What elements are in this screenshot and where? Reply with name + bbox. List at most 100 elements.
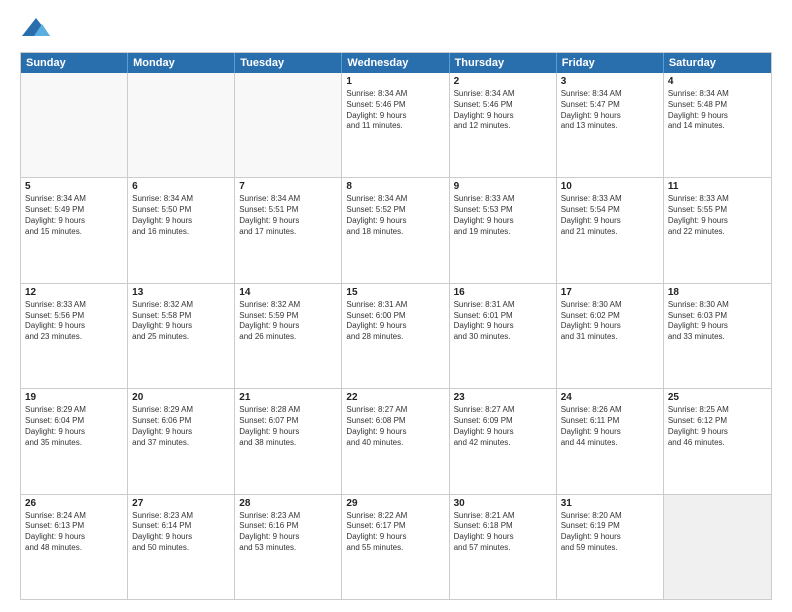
cell-content: Sunrise: 8:23 AMSunset: 6:14 PMDaylight:… [132, 511, 230, 554]
calendar-cell: 24 Sunrise: 8:26 AMSunset: 6:11 PMDayligh… [557, 389, 664, 493]
page: SundayMondayTuesdayWednesdayThursdayFrid… [0, 0, 792, 612]
cell-content: Sunrise: 8:34 AMSunset: 5:52 PMDaylight:… [346, 194, 444, 237]
calendar-cell: 25 Sunrise: 8:25 AMSunset: 6:12 PMDayligh… [664, 389, 771, 493]
header-day: Tuesday [235, 53, 342, 73]
cell-content: Sunrise: 8:30 AMSunset: 6:03 PMDaylight:… [668, 300, 767, 343]
cell-content: Sunrise: 8:34 AMSunset: 5:47 PMDaylight:… [561, 89, 659, 132]
calendar-cell: 27Sunrise: 8:23 AMSunset: 6:14 PMDayligh… [128, 495, 235, 599]
logo [20, 16, 56, 44]
cell-content: Sunrise: 8:33 AMSunset: 5:54 PMDaylight:… [561, 194, 659, 237]
cell-content: Sunrise: 8:33 AMSunset: 5:55 PMDaylight:… [668, 194, 767, 237]
calendar-cell: 14 Sunrise: 8:32 AMSunset: 5:59 PMDayligh… [235, 284, 342, 388]
cell-content: Sunrise: 8:27 AMSunset: 6:08 PMDaylight:… [346, 405, 444, 448]
day-number: 3 [561, 76, 659, 87]
calendar-cell: 30 Sunrise: 8:21 AMSunset: 6:18 PMDayligh… [450, 495, 557, 599]
day-number: 20 [132, 392, 230, 403]
calendar-cell: 7 Sunrise: 8:34 AMSunset: 5:51 PMDaylight… [235, 178, 342, 282]
day-number: 15 [346, 287, 444, 298]
day-number: 18 [668, 287, 767, 298]
calendar-cell [235, 73, 342, 177]
calendar-cell: 3 Sunrise: 8:34 AMSunset: 5:47 PMDaylight… [557, 73, 664, 177]
calendar-cell: 29 Sunrise: 8:22 AMSunset: 6:17 PMDayligh… [342, 495, 449, 599]
calendar-cell: 8 Sunrise: 8:34 AMSunset: 5:52 PMDaylight… [342, 178, 449, 282]
calendar-cell: 12 Sunrise: 8:33 AMSunset: 5:56 PMDayligh… [21, 284, 128, 388]
cell-content: Sunrise: 8:26 AMSunset: 6:11 PMDaylight:… [561, 405, 659, 448]
cell-content: Sunrise: 8:22 AMSunset: 6:17 PMDaylight:… [346, 511, 444, 554]
header-day: Wednesday [342, 53, 449, 73]
header-day: Saturday [664, 53, 771, 73]
header-day: Friday [557, 53, 664, 73]
cell-content: Sunrise: 8:33 AMSunset: 5:56 PMDaylight:… [25, 300, 123, 343]
calendar-cell: 2 Sunrise: 8:34 AMSunset: 5:46 PMDaylight… [450, 73, 557, 177]
day-number: 10 [561, 181, 659, 192]
day-number: 12 [25, 287, 123, 298]
calendar-row: 1 Sunrise: 8:34 AMSunset: 5:46 PMDaylight… [21, 73, 771, 178]
day-number: 13 [132, 287, 230, 298]
day-number: 24 [561, 392, 659, 403]
calendar-cell: 16Sunrise: 8:31 AMSunset: 6:01 PMDayligh… [450, 284, 557, 388]
day-number: 8 [346, 181, 444, 192]
cell-content: Sunrise: 8:29 AMSunset: 6:04 PMDaylight:… [25, 405, 123, 448]
day-number: 29 [346, 498, 444, 509]
calendar: SundayMondayTuesdayWednesdayThursdayFrid… [20, 52, 772, 600]
day-number: 7 [239, 181, 337, 192]
day-number: 17 [561, 287, 659, 298]
calendar-cell: 23 Sunrise: 8:27 AMSunset: 6:09 PMDayligh… [450, 389, 557, 493]
calendar-cell [21, 73, 128, 177]
day-number: 5 [25, 181, 123, 192]
calendar-row: 5Sunrise: 8:34 AMSunset: 5:49 PMDaylight… [21, 178, 771, 283]
cell-content: Sunrise: 8:32 AMSunset: 5:59 PMDaylight:… [239, 300, 337, 343]
calendar-row: 26Sunrise: 8:24 AMSunset: 6:13 PMDayligh… [21, 495, 771, 599]
cell-content: Sunrise: 8:34 AMSunset: 5:46 PMDaylight:… [346, 89, 444, 132]
day-number: 23 [454, 392, 552, 403]
calendar-cell: 18 Sunrise: 8:30 AMSunset: 6:03 PMDayligh… [664, 284, 771, 388]
calendar-cell: 4Sunrise: 8:34 AMSunset: 5:48 PMDaylight… [664, 73, 771, 177]
day-number: 30 [454, 498, 552, 509]
calendar-row: 12 Sunrise: 8:33 AMSunset: 5:56 PMDayligh… [21, 284, 771, 389]
header-day: Thursday [450, 53, 557, 73]
cell-content: Sunrise: 8:31 AMSunset: 6:00 PMDaylight:… [346, 300, 444, 343]
cell-content: Sunrise: 8:34 AMSunset: 5:51 PMDaylight:… [239, 194, 337, 237]
cell-content: Sunrise: 8:30 AMSunset: 6:02 PMDaylight:… [561, 300, 659, 343]
calendar-cell: 22Sunrise: 8:27 AMSunset: 6:08 PMDayligh… [342, 389, 449, 493]
calendar-cell: 1 Sunrise: 8:34 AMSunset: 5:46 PMDaylight… [342, 73, 449, 177]
calendar-cell: 28Sunrise: 8:23 AMSunset: 6:16 PMDayligh… [235, 495, 342, 599]
calendar-cell [664, 495, 771, 599]
calendar-cell: 21Sunrise: 8:28 AMSunset: 6:07 PMDayligh… [235, 389, 342, 493]
cell-content: Sunrise: 8:21 AMSunset: 6:18 PMDaylight:… [454, 511, 552, 554]
calendar-row: 19Sunrise: 8:29 AMSunset: 6:04 PMDayligh… [21, 389, 771, 494]
day-number: 4 [668, 76, 767, 87]
cell-content: Sunrise: 8:31 AMSunset: 6:01 PMDaylight:… [454, 300, 552, 343]
day-number: 14 [239, 287, 337, 298]
calendar-cell: 13 Sunrise: 8:32 AMSunset: 5:58 PMDayligh… [128, 284, 235, 388]
cell-content: Sunrise: 8:27 AMSunset: 6:09 PMDaylight:… [454, 405, 552, 448]
calendar-cell: 10 Sunrise: 8:33 AMSunset: 5:54 PMDayligh… [557, 178, 664, 282]
calendar-cell: 31Sunrise: 8:20 AMSunset: 6:19 PMDayligh… [557, 495, 664, 599]
day-number: 6 [132, 181, 230, 192]
calendar-cell: 15 Sunrise: 8:31 AMSunset: 6:00 PMDayligh… [342, 284, 449, 388]
day-number: 25 [668, 392, 767, 403]
day-number: 2 [454, 76, 552, 87]
calendar-cell: 6 Sunrise: 8:34 AMSunset: 5:50 PMDaylight… [128, 178, 235, 282]
day-number: 11 [668, 181, 767, 192]
calendar-cell: 11 Sunrise: 8:33 AMSunset: 5:55 PMDayligh… [664, 178, 771, 282]
day-number: 1 [346, 76, 444, 87]
cell-content: Sunrise: 8:25 AMSunset: 6:12 PMDaylight:… [668, 405, 767, 448]
day-number: 31 [561, 498, 659, 509]
calendar-cell: 20 Sunrise: 8:29 AMSunset: 6:06 PMDayligh… [128, 389, 235, 493]
cell-content: Sunrise: 8:34 AMSunset: 5:50 PMDaylight:… [132, 194, 230, 237]
cell-content: Sunrise: 8:29 AMSunset: 6:06 PMDaylight:… [132, 405, 230, 448]
cell-content: Sunrise: 8:24 AMSunset: 6:13 PMDaylight:… [25, 511, 123, 554]
calendar-header: SundayMondayTuesdayWednesdayThursdayFrid… [21, 53, 771, 73]
calendar-cell: 17 Sunrise: 8:30 AMSunset: 6:02 PMDayligh… [557, 284, 664, 388]
cell-content: Sunrise: 8:32 AMSunset: 5:58 PMDaylight:… [132, 300, 230, 343]
calendar-body: 1 Sunrise: 8:34 AMSunset: 5:46 PMDaylight… [21, 73, 771, 599]
cell-content: Sunrise: 8:33 AMSunset: 5:53 PMDaylight:… [454, 194, 552, 237]
day-number: 28 [239, 498, 337, 509]
header-day: Sunday [21, 53, 128, 73]
calendar-cell: 19Sunrise: 8:29 AMSunset: 6:04 PMDayligh… [21, 389, 128, 493]
calendar-cell: 9 Sunrise: 8:33 AMSunset: 5:53 PMDaylight… [450, 178, 557, 282]
day-number: 9 [454, 181, 552, 192]
cell-content: Sunrise: 8:34 AMSunset: 5:46 PMDaylight:… [454, 89, 552, 132]
calendar-cell [128, 73, 235, 177]
